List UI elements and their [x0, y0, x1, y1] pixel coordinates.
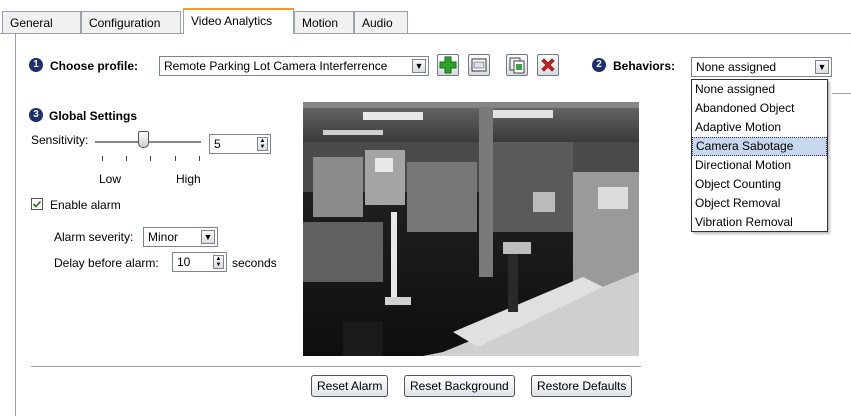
- plus-icon: [439, 56, 457, 74]
- behaviors-select[interactable]: None assigned ▼: [691, 57, 832, 77]
- behaviors-select-value: None assigned: [696, 60, 777, 74]
- spinner-arrows-icon[interactable]: ▲ ▼: [257, 137, 268, 151]
- behavior-option[interactable]: Abandoned Object: [692, 99, 827, 118]
- alarm-severity-select[interactable]: Minor ▼: [143, 227, 218, 247]
- sensitivity-slider[interactable]: [95, 131, 202, 167]
- slider-tick: [126, 156, 127, 161]
- delay-value: 10: [177, 255, 191, 269]
- tab-video-analytics[interactable]: Video Analytics: [183, 8, 294, 34]
- tab-motion[interactable]: Motion: [294, 11, 354, 33]
- camera-preview: [303, 102, 639, 356]
- bottom-separator: [31, 366, 641, 367]
- behavior-option[interactable]: None assigned: [692, 80, 827, 99]
- behaviors-label: Behaviors:: [613, 59, 676, 73]
- rename-icon: [471, 58, 487, 72]
- step-3-badge: 3: [29, 108, 43, 122]
- delay-label: Delay before alarm:: [54, 256, 159, 270]
- sensitivity-spinner[interactable]: 5 ▲ ▼: [209, 134, 271, 154]
- tab-audio[interactable]: Audio: [354, 11, 408, 33]
- behavior-option[interactable]: Vibration Removal: [692, 213, 827, 232]
- copy-icon: [509, 57, 525, 74]
- chevron-down-icon[interactable]: ▼: [412, 59, 426, 73]
- profile-select-value: Remote Parking Lot Camera Interferrence: [164, 59, 388, 73]
- alarm-severity-value: Minor: [148, 230, 179, 244]
- behavior-option[interactable]: Adaptive Motion: [692, 118, 827, 137]
- delay-unit-label: seconds: [232, 256, 277, 270]
- checkmark-icon: [32, 200, 42, 208]
- restore-defaults-button[interactable]: Restore Defaults: [531, 375, 633, 397]
- behaviors-dropdown-list: None assigned Abandoned Object Adaptive …: [691, 79, 828, 232]
- slider-tick: [199, 156, 200, 161]
- enable-alarm-label: Enable alarm: [50, 198, 121, 212]
- behavior-option-highlighted[interactable]: Camera Sabotage: [692, 137, 827, 156]
- choose-profile-label: Choose profile:: [50, 59, 139, 73]
- sensitivity-value: 5: [214, 137, 221, 151]
- high-label: High: [176, 172, 201, 186]
- slider-thumb[interactable]: [138, 131, 149, 148]
- behavior-option[interactable]: Directional Motion: [692, 156, 827, 175]
- rename-profile-button[interactable]: [468, 54, 490, 76]
- camera-image: [303, 102, 639, 356]
- slider-tick: [175, 156, 176, 161]
- chevron-down-icon[interactable]: ▼: [815, 60, 829, 74]
- profile-select[interactable]: Remote Parking Lot Camera Interferrence …: [159, 56, 429, 76]
- separator-line: [832, 93, 851, 94]
- low-label: Low: [99, 172, 122, 186]
- add-profile-button[interactable]: [437, 54, 459, 76]
- copy-profile-button[interactable]: [506, 54, 528, 76]
- delete-profile-button[interactable]: [537, 54, 559, 76]
- step-2-badge: 2: [592, 58, 606, 72]
- slider-tick: [150, 156, 151, 161]
- behavior-option[interactable]: Object Counting: [692, 175, 827, 194]
- behavior-option[interactable]: Object Removal: [692, 194, 827, 213]
- reset-background-button[interactable]: Reset Background: [404, 375, 515, 397]
- tab-bar: General Configuration Video Analytics Mo…: [0, 0, 851, 34]
- tab-configuration[interactable]: Configuration: [81, 11, 181, 33]
- spinner-arrows-icon[interactable]: ▲ ▼: [213, 255, 224, 269]
- chevron-down-icon[interactable]: ▼: [201, 230, 215, 244]
- delay-spinner[interactable]: 10 ▲ ▼: [172, 252, 227, 272]
- step-1-badge: 1: [29, 58, 43, 72]
- reset-alarm-button[interactable]: Reset Alarm: [311, 375, 389, 397]
- slider-tick: [102, 156, 103, 161]
- sensitivity-label: Sensitivity:: [31, 133, 89, 147]
- tab-general[interactable]: General: [2, 11, 81, 33]
- delete-icon: [541, 58, 555, 72]
- enable-alarm-checkbox[interactable]: [31, 198, 43, 210]
- alarm-severity-label: Alarm severity:: [54, 230, 134, 244]
- global-settings-title: Global Settings: [49, 109, 138, 123]
